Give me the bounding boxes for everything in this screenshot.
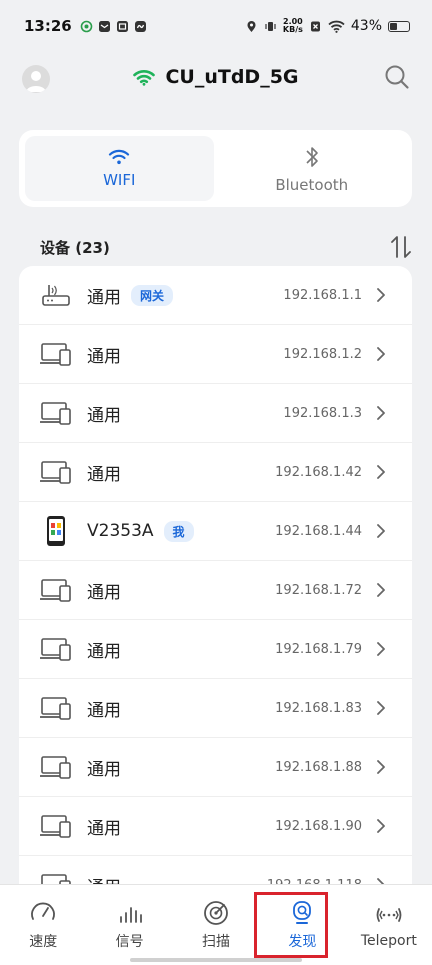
- app-notification-icon: [80, 20, 93, 32]
- device-name: 通用: [87, 818, 121, 839]
- device-ip: 192.168.1.2: [283, 346, 362, 362]
- chevron-right-icon: [377, 347, 385, 361]
- chevron-right-icon: [377, 819, 385, 833]
- wifi-status-icon: [328, 20, 345, 33]
- nav-teleport-label: Teleport: [360, 933, 417, 949]
- devices-header: 设备 (23): [40, 232, 412, 262]
- computer-phone-icon: [39, 634, 73, 664]
- device-name: 通用: [87, 700, 121, 721]
- nav-scan-label: 扫描: [202, 934, 231, 950]
- device-ip: 192.168.1.42: [275, 464, 362, 480]
- device-row[interactable]: 通用 192.168.1.72: [19, 561, 412, 620]
- chevron-right-icon: [377, 465, 385, 479]
- box-notification-icon: [116, 20, 128, 32]
- network-name: CU_uTdD_5G: [165, 66, 299, 88]
- computer-phone-icon: [39, 457, 73, 487]
- device-ip: 192.168.1.90: [275, 818, 362, 834]
- nav-signal-label: 信号: [115, 934, 144, 950]
- device-row[interactable]: V2353A 我 192.168.1.44: [19, 502, 412, 561]
- device-row[interactable]: 通用192.168.1.118: [19, 856, 412, 886]
- device-ip: 192.168.1.79: [275, 641, 362, 657]
- status-time: 13:26: [24, 17, 72, 35]
- device-row[interactable]: 通用 192.168.1.79: [19, 620, 412, 679]
- device-name: 通用: [87, 759, 121, 780]
- no-sim-icon: [310, 21, 320, 31]
- chevron-right-icon: [377, 760, 385, 774]
- device-name: 通用: [87, 346, 121, 367]
- device-ip: 192.168.1.88: [275, 759, 362, 775]
- chevron-right-icon: [377, 406, 385, 420]
- computer-phone-icon: [39, 752, 73, 782]
- wave-notification-icon: [134, 20, 146, 32]
- nav-discover[interactable]: 发现: [259, 885, 345, 965]
- device-list: 通用 网关 192.168.1.1 通用 192.168.1.2 通用 192.168.1.…: [19, 266, 412, 886]
- chevron-right-icon: [377, 288, 385, 302]
- computer-phone-icon: [39, 575, 73, 605]
- app-header: CU_uTdD_5G: [0, 52, 432, 104]
- bottom-nav: 速度 信号 扫描 发现 Teleport: [0, 884, 432, 965]
- vibrate-icon: [265, 21, 276, 31]
- search-icon[interactable]: [384, 64, 410, 90]
- router-icon: [39, 280, 73, 310]
- device-name: 通用: [87, 641, 121, 662]
- chevron-right-icon: [377, 642, 385, 656]
- radar-icon: [204, 901, 228, 925]
- nav-speed[interactable]: 速度: [0, 885, 86, 965]
- sort-icon[interactable]: [390, 234, 412, 260]
- device-ip: 192.168.1.3: [283, 405, 362, 421]
- connection-type-tabs: WIFI Bluetooth: [19, 130, 412, 207]
- tab-wifi[interactable]: WIFI: [25, 136, 214, 201]
- chevron-right-icon: [377, 524, 385, 538]
- tab-bluetooth-label: Bluetooth: [275, 175, 349, 194]
- devices-count-title: 设备 (23): [40, 238, 110, 257]
- speedometer-icon: [31, 902, 56, 920]
- computer-phone-icon: [39, 811, 73, 841]
- home-indicator: [130, 958, 302, 962]
- device-ip: 192.168.1.72: [275, 582, 362, 598]
- net-speed: 2.00 KB/s: [282, 17, 303, 34]
- signal-bars-icon: [119, 907, 142, 923]
- device-row[interactable]: 通用 192.168.1.42: [19, 443, 412, 502]
- tab-bluetooth[interactable]: Bluetooth: [218, 136, 407, 201]
- discover-icon: [293, 901, 312, 924]
- device-row[interactable]: 通用 192.168.1.90: [19, 797, 412, 856]
- device-name: V2353A: [87, 521, 154, 541]
- nav-teleport[interactable]: Teleport: [346, 885, 432, 965]
- nav-scan[interactable]: 扫描: [173, 885, 259, 965]
- network-title[interactable]: CU_uTdD_5G: [0, 66, 432, 88]
- device-badge: 我: [163, 520, 194, 542]
- device-row[interactable]: 通用 192.168.1.83: [19, 679, 412, 738]
- smartphone-icon: [39, 516, 73, 546]
- nav-discover-label: 发现: [288, 934, 317, 950]
- battery-icon: [388, 20, 410, 32]
- mail-notification-icon: [98, 20, 110, 32]
- device-badge: 网关: [131, 284, 174, 306]
- bluetooth-icon: [306, 146, 318, 167]
- nav-speed-label: 速度: [29, 934, 58, 950]
- device-ip: 192.168.1.1: [283, 287, 362, 303]
- device-ip: 192.168.1.83: [275, 700, 362, 716]
- device-name: 通用: [87, 582, 121, 603]
- wifi-icon: [109, 149, 130, 165]
- device-ip: 192.168.1.44: [275, 523, 362, 539]
- device-name: 通用: [87, 464, 121, 485]
- chevron-right-icon: [377, 701, 385, 715]
- computer-phone-icon: [39, 339, 73, 369]
- computer-phone-icon: [39, 693, 73, 723]
- device-row[interactable]: 通用 网关 192.168.1.1: [19, 266, 412, 325]
- status-bar: 13:26 2.00 KB/s 43%: [0, 0, 432, 52]
- wifi-icon: [133, 69, 156, 86]
- nav-signal[interactable]: 信号: [86, 885, 172, 965]
- device-row[interactable]: 通用 192.168.1.88: [19, 738, 412, 797]
- tab-wifi-label: WIFI: [103, 171, 136, 189]
- chevron-right-icon: [377, 583, 385, 597]
- teleport-icon: [376, 908, 402, 922]
- device-row[interactable]: 通用 192.168.1.3: [19, 384, 412, 443]
- computer-phone-icon: [39, 398, 73, 428]
- location-icon: [247, 20, 256, 32]
- device-name: 通用: [87, 405, 121, 426]
- device-name: 通用: [87, 287, 121, 308]
- device-row[interactable]: 通用 192.168.1.2: [19, 325, 412, 384]
- battery-percent: 43%: [350, 18, 382, 34]
